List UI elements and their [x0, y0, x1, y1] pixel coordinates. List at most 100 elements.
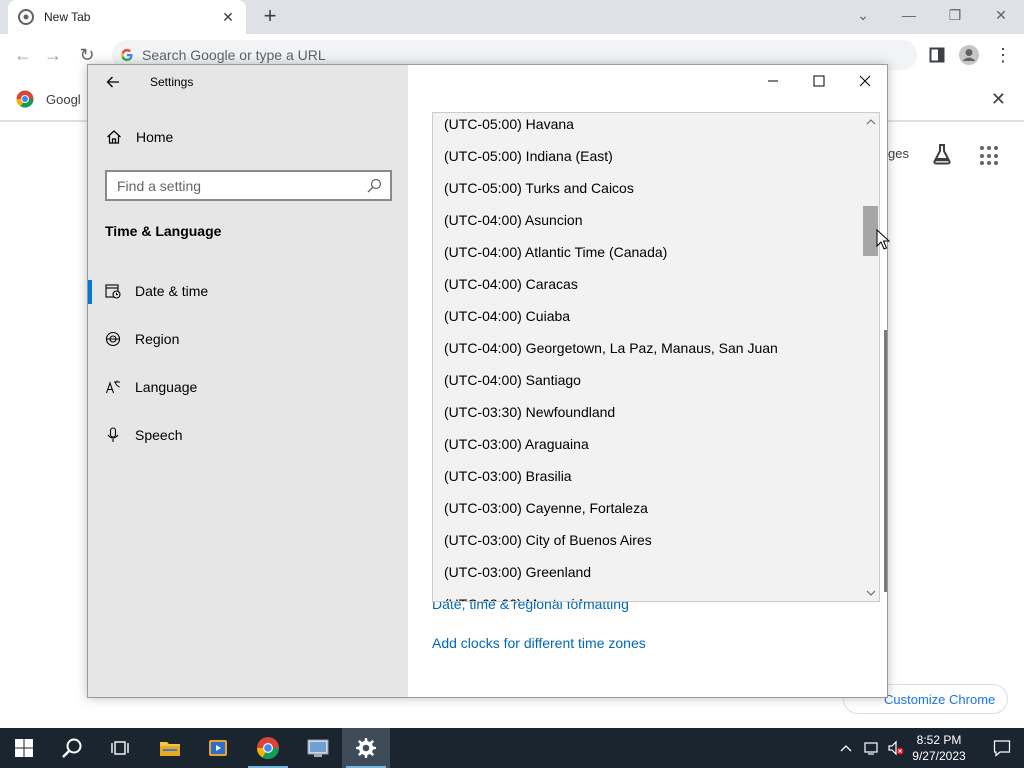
- search-icon[interactable]: [366, 178, 382, 194]
- nav-label: Region: [135, 331, 180, 347]
- apps-grid-icon[interactable]: [980, 146, 1000, 166]
- list-item[interactable]: (UTC-03:00) Brasilia: [444, 466, 572, 498]
- nav-label: Speech: [135, 427, 183, 443]
- network-icon[interactable]: [862, 738, 882, 758]
- new-tab-button[interactable]: +: [258, 5, 282, 29]
- tab-title: New Tab: [44, 10, 91, 24]
- control-panel-button[interactable]: [294, 728, 342, 768]
- timezone-dropdown-list[interactable]: (UTC-05:00) Havana (UTC-05:00) Indiana (…: [432, 112, 880, 602]
- volume-muted-icon[interactable]: [886, 738, 906, 758]
- chrome-favicon-icon: [18, 9, 34, 25]
- settings-taskbar-button[interactable]: [342, 728, 390, 768]
- minimize-icon[interactable]: —: [886, 0, 932, 30]
- chrome-logo-icon: [16, 90, 34, 108]
- nav-item-language[interactable]: Language: [88, 367, 408, 407]
- nav-item-region[interactable]: Region: [88, 319, 408, 359]
- google-g-icon: [121, 49, 133, 61]
- list-item[interactable]: (UTC-04:00) Asuncion: [444, 210, 583, 242]
- folder-icon: [160, 742, 180, 756]
- reload-icon[interactable]: ↻: [76, 44, 98, 66]
- chevron-up-icon[interactable]: [836, 738, 856, 758]
- sidepanel-icon[interactable]: [926, 44, 948, 66]
- notification-icon: [993, 740, 1011, 757]
- find-setting-placeholder: Find a setting: [117, 177, 202, 194]
- taskbar: 8:52 PM 9/27/2023: [0, 728, 1024, 768]
- chrome-logo-icon: [257, 737, 279, 759]
- timezone-scrollbar[interactable]: [862, 113, 879, 601]
- bookmark-google[interactable]: Googl: [16, 90, 81, 108]
- maximize-icon[interactable]: [796, 65, 842, 97]
- language-icon: [105, 379, 121, 395]
- list-item[interactable]: (UTC-03:00) Greenland: [444, 562, 591, 594]
- task-view-icon: [111, 741, 129, 755]
- scroll-down-arrow-icon[interactable]: [862, 584, 879, 601]
- page-scrollbar[interactable]: [884, 330, 887, 592]
- ntp-images-link[interactable]: ges: [888, 146, 909, 161]
- control-panel-icon: [307, 739, 329, 757]
- task-view-button[interactable]: [96, 728, 144, 768]
- settings-titlebar: Settings: [88, 65, 887, 99]
- action-center-button[interactable]: [980, 728, 1024, 768]
- nav-label: Language: [135, 379, 198, 395]
- close-icon[interactable]: ✕: [991, 89, 1006, 110]
- section-heading: Time & Language: [105, 223, 222, 239]
- add-clocks-link[interactable]: Add clocks for different time zones: [432, 635, 646, 651]
- window-title: Settings: [150, 75, 194, 89]
- restore-icon[interactable]: ❐: [932, 0, 978, 30]
- minimize-icon[interactable]: [750, 65, 796, 97]
- media-player-icon: [209, 740, 227, 756]
- close-icon[interactable]: ✕: [978, 0, 1024, 30]
- list-item[interactable]: (UTC-03:00) Montevideo: [444, 594, 598, 601]
- customize-chrome-label: Customize Chrome: [884, 691, 996, 707]
- microphone-icon: [105, 427, 121, 443]
- list-item[interactable]: (UTC-04:00) Atlantic Time (Canada): [444, 242, 667, 274]
- home-icon: [107, 130, 121, 144]
- list-item[interactable]: (UTC-03:30) Newfoundland: [444, 402, 615, 434]
- list-item[interactable]: (UTC-04:00) Georgetown, La Paz, Manaus, …: [444, 338, 778, 370]
- list-item[interactable]: (UTC-04:00) Cuiaba: [444, 306, 570, 338]
- home-label: Home: [136, 129, 174, 145]
- globe-icon: [105, 331, 121, 347]
- find-setting-input[interactable]: Find a setting: [105, 170, 392, 201]
- omnibox-placeholder: Search Google or type a URL: [142, 47, 326, 63]
- start-button[interactable]: [0, 728, 48, 768]
- list-item[interactable]: (UTC-03:00) Araguaina: [444, 434, 589, 466]
- scroll-up-arrow-icon[interactable]: [862, 113, 879, 130]
- chevron-down-icon[interactable]: ⌄: [840, 0, 886, 30]
- clock-date: 9/27/2023: [912, 749, 966, 763]
- system-clock[interactable]: 8:52 PM 9/27/2023: [906, 732, 972, 764]
- forward-arrow-icon[interactable]: →: [42, 44, 64, 66]
- labs-flask-icon[interactable]: [930, 142, 954, 166]
- nav-item-date-time[interactable]: Date & time: [88, 271, 408, 311]
- chrome-taskbar-button[interactable]: [244, 728, 292, 768]
- list-item[interactable]: (UTC-05:00) Indiana (East): [444, 146, 613, 178]
- back-arrow-icon[interactable]: ←: [12, 44, 34, 66]
- clock-time: 8:52 PM: [916, 733, 962, 747]
- windows-logo-icon: [15, 739, 33, 757]
- file-explorer-button[interactable]: [146, 728, 194, 768]
- gear-icon: [356, 738, 376, 758]
- tab-new-tab[interactable]: New Tab ✕: [8, 0, 246, 34]
- back-arrow-icon[interactable]: [98, 71, 128, 93]
- profile-avatar-icon[interactable]: [958, 44, 980, 66]
- list-item[interactable]: (UTC-04:00) Caracas: [444, 274, 578, 306]
- list-item[interactable]: (UTC-03:00) City of Buenos Aires: [444, 530, 652, 562]
- bookmark-label: Googl: [46, 91, 81, 107]
- list-item[interactable]: (UTC-03:00) Cayenne, Fortaleza: [444, 498, 648, 530]
- search-icon: [62, 738, 82, 758]
- nav-item-speech[interactable]: Speech: [88, 415, 408, 455]
- chrome-tabstrip: New Tab ✕ + ⌄ — ❐ ✕: [0, 0, 1024, 34]
- tab-close-icon[interactable]: ✕: [220, 9, 236, 26]
- kebab-menu-icon[interactable]: ⋮: [992, 44, 1014, 66]
- nav-label: Date & time: [135, 283, 209, 299]
- list-item[interactable]: (UTC-05:00) Havana: [444, 114, 574, 146]
- mouse-cursor-icon: [876, 229, 890, 250]
- media-player-button[interactable]: [194, 728, 242, 768]
- close-icon[interactable]: [842, 65, 888, 97]
- search-button[interactable]: [48, 728, 96, 768]
- list-item[interactable]: (UTC-04:00) Santiago: [444, 370, 581, 402]
- settings-sidebar: Home Find a setting Time & Language Date…: [88, 65, 408, 697]
- calendar-clock-icon: [105, 283, 121, 299]
- list-item[interactable]: (UTC-05:00) Turks and Caicos: [444, 178, 634, 210]
- home-nav-item[interactable]: Home: [106, 129, 173, 145]
